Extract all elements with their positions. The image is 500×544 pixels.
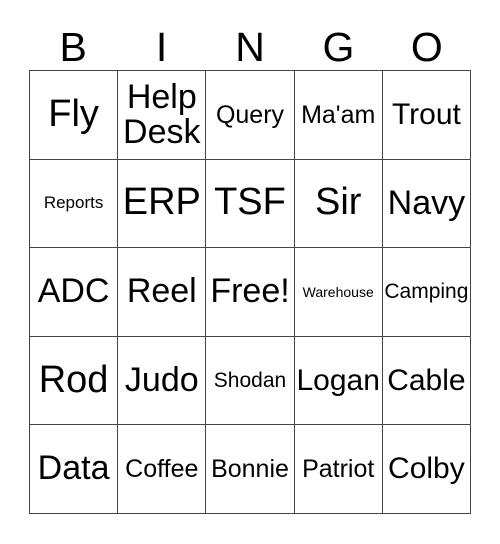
- bingo-header-letter-o: O: [410, 24, 443, 70]
- bingo-cell-label: Camping: [384, 279, 469, 303]
- bingo-cell-label: Free!: [210, 272, 290, 311]
- bingo-cell-label: ADC: [37, 272, 110, 311]
- bingo-cell[interactable]: Logan: [294, 336, 383, 426]
- bingo-cell[interactable]: Coffee: [118, 425, 207, 514]
- bingo-cell[interactable]: Data: [30, 425, 119, 514]
- bingo-cell-label: Reports: [43, 193, 104, 213]
- bingo-cell[interactable]: Judo: [118, 336, 207, 426]
- bingo-cell-label: Data: [37, 449, 110, 488]
- bingo-cell[interactable]: Rod: [30, 336, 119, 426]
- bingo-cell[interactable]: Warehouse: [294, 248, 383, 337]
- bingo-header-letter-i: I: [155, 24, 168, 70]
- bingo-cell-label: Sir: [314, 181, 362, 224]
- bingo-cell[interactable]: ADC: [30, 248, 119, 337]
- bingo-cell[interactable]: Help Desk: [118, 71, 207, 160]
- bingo-cell-label: Colby: [388, 452, 465, 486]
- bingo-cell[interactable]: Camping: [382, 248, 471, 337]
- bingo-cell-label: TSF: [214, 181, 286, 224]
- bingo-cell-label: Patriot: [302, 455, 375, 484]
- bingo-cell-label: Bonnie: [211, 455, 289, 484]
- bingo-header-letter-n: N: [235, 24, 265, 70]
- bingo-cell[interactable]: Patriot: [294, 425, 383, 514]
- bingo-cell-label: Reel: [126, 272, 197, 311]
- bingo-cell[interactable]: Bonnie: [206, 425, 295, 514]
- bingo-cell-label: Fly: [48, 92, 99, 135]
- bingo-cell[interactable]: Reports: [30, 159, 119, 249]
- bingo-cell-label: Navy: [387, 183, 466, 222]
- bingo-header-letter-g: G: [322, 24, 355, 70]
- bingo-free-cell[interactable]: Free!: [206, 248, 295, 337]
- bingo-cell[interactable]: Sir: [294, 159, 383, 249]
- bingo-cell-label: Help Desk: [123, 78, 201, 151]
- bingo-cell[interactable]: Shodan: [206, 336, 295, 426]
- bingo-cell-label: Judo: [124, 360, 199, 399]
- bingo-card: B I N G O Fly Help Desk Query Ma'am Trou…: [0, 0, 500, 544]
- bingo-cell-label: Ma'am: [301, 100, 376, 129]
- bingo-cell[interactable]: ERP: [118, 159, 207, 249]
- bingo-header-letter-b: B: [59, 24, 87, 70]
- bingo-cell-label: Logan: [296, 363, 380, 397]
- bingo-cell[interactable]: Colby: [382, 425, 471, 514]
- bingo-header-row: B I N G O: [29, 14, 471, 70]
- bingo-cell[interactable]: Query: [206, 71, 295, 160]
- bingo-cell-label: Shodan: [213, 368, 287, 392]
- bingo-cell[interactable]: TSF: [206, 159, 295, 249]
- bingo-cell-label: Rod: [38, 358, 109, 401]
- bingo-cell-label: Warehouse: [302, 283, 374, 300]
- bingo-grid: Fly Help Desk Query Ma'am Trout Reports …: [29, 70, 471, 514]
- bingo-cell-label: Query: [215, 100, 285, 129]
- bingo-cell-label: Cable: [387, 363, 466, 397]
- bingo-cell[interactable]: Reel: [118, 248, 207, 337]
- bingo-cell-label: Trout: [391, 98, 461, 132]
- bingo-cell[interactable]: Trout: [382, 71, 471, 160]
- bingo-cell[interactable]: Fly: [30, 71, 119, 160]
- bingo-cell[interactable]: Navy: [382, 159, 471, 249]
- bingo-cell[interactable]: Cable: [382, 336, 471, 426]
- bingo-cell-label: Coffee: [125, 455, 199, 484]
- bingo-cell-label: ERP: [122, 181, 201, 224]
- bingo-cell[interactable]: Ma'am: [294, 71, 383, 160]
